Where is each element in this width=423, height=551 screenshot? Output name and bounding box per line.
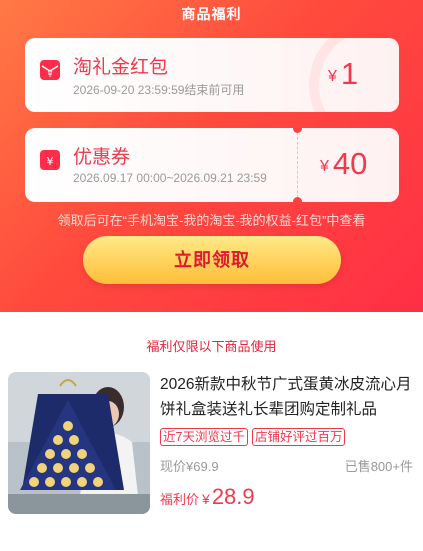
discount-coupon-card[interactable]: ¥ 优惠券 2026.09.17 00:00~2026.09.21 23:59 … (25, 128, 399, 202)
section-title: 福利仅限以下商品使用 (146, 339, 277, 354)
product-title[interactable]: 2026新款中秋节广式蛋黄冰皮流心月饼礼盒装送礼长辈团购定制礼品 (160, 372, 418, 422)
page-title: 商品福利 (181, 6, 242, 22)
coupon-notch (293, 197, 302, 202)
coupon-value: 40 (332, 146, 368, 181)
claim-hint: 领取后可在“手机淘宝-我的淘宝-我的权益-红包”中查看 (57, 213, 366, 228)
red-envelope-icon: ¥ (40, 60, 60, 80)
product-tags: 近7天浏览过千 店铺好评过百万 (160, 428, 349, 448)
coupon-notch (293, 128, 302, 133)
sold-count: 已售800+件 (344, 459, 413, 474)
currency-symbol: ¥ (202, 491, 210, 507)
svg-text:¥: ¥ (47, 155, 54, 168)
product-tag: 近7天浏览过千 (160, 428, 248, 446)
coupon-validity: 2026-09-20 23:59:59结束前可用 (73, 83, 245, 97)
coupon-divider (297, 132, 298, 198)
current-price-value: 69.9 (193, 459, 219, 474)
coupon-amount: ¥1 (328, 57, 358, 94)
current-price: 现价¥69.9 (160, 456, 219, 475)
red-envelope-card[interactable]: ¥ 淘礼金红包 2026-09-20 23:59:59结束前可用 ¥1 (25, 38, 399, 112)
benefit-price: 福利价 ¥28.9 (160, 484, 255, 510)
coupon-value: 1 (340, 56, 359, 91)
benefit-price-label: 福利价 (160, 492, 200, 507)
coupon-panel: 商品福利 ¥ 淘礼金红包 2026-09-20 23:59:59结束前可用 ¥1… (0, 0, 423, 312)
coupon-validity: 2026.09.17 00:00~2026.09.21 23:59 (73, 171, 267, 185)
product-image[interactable] (8, 372, 150, 514)
product-tag: 店铺好评过百万 (251, 428, 346, 446)
coupon-name: 优惠券 (73, 147, 131, 168)
coupon-amount: ¥40 (320, 147, 367, 184)
current-price-label: 现价 (160, 459, 187, 474)
coupon-name: 淘礼金红包 (73, 57, 169, 78)
svg-text:¥: ¥ (47, 70, 52, 79)
benefit-price-value: 28.9 (211, 484, 255, 509)
currency-symbol: ¥ (320, 158, 329, 175)
currency-symbol: ¥ (328, 68, 337, 85)
coupon-icon: ¥ (40, 150, 60, 170)
claim-now-button[interactable]: 立即领取 (83, 236, 341, 284)
